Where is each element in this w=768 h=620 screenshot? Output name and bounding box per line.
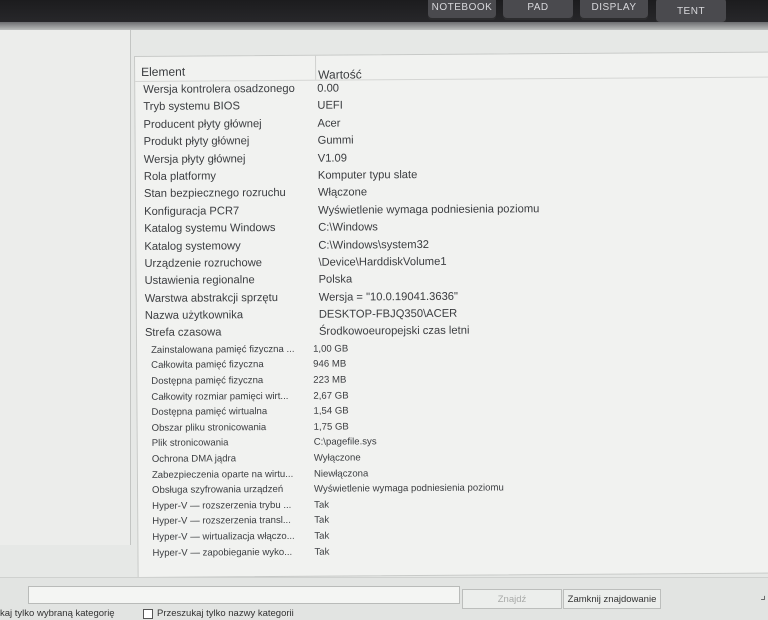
row-element-value: Tak <box>314 546 330 558</box>
row-element-value: \Device\HarddiskVolume1 <box>318 255 447 269</box>
row-element-name: Nazwa użytkownika <box>144 309 244 323</box>
list-header: Element Wartość <box>135 52 768 82</box>
row-element-name: Katalog systemu Windows <box>144 222 276 236</box>
checkbox-icon[interactable] <box>143 608 153 619</box>
row-element-name: Ustawienia regionalne <box>144 274 255 288</box>
row-element-value: 1,00 GB <box>313 343 349 355</box>
row-element-name: Obsługa szyfrowania urządzeń <box>151 484 284 497</box>
bezel-button-display: DISPLAY <box>580 0 648 20</box>
row-element-name: Plik stronicowania <box>151 437 229 450</box>
category-tree-pane[interactable] <box>0 30 131 545</box>
row-element-value: UEFI <box>317 99 343 113</box>
row-element-name: Obszar pliku stronicowania <box>151 421 267 434</box>
row-element-value: Tak <box>314 530 330 542</box>
row-element-value: V1.09 <box>317 152 348 165</box>
row-element-name: Dostępna pamięć fizyczna <box>151 375 264 387</box>
row-element-name: Dostępna pamięć wirtualna <box>151 406 268 419</box>
row-element-value: Środkowoeuropejski czas letni <box>318 325 470 339</box>
row-element-name: Hyper-V — wirtualizacja włączo... <box>152 530 295 543</box>
row-element-name: Produkt płyty głównej <box>143 135 250 149</box>
row-element-name: Zabezpieczenia oparte na wirtu... <box>151 468 294 481</box>
row-element-name: Rola platformy <box>143 170 217 183</box>
search-category-names-option[interactable]: Przeszukaj tylko nazwy kategorii <box>143 608 294 619</box>
bezel-button-notebook: NOTEBOOK <box>428 0 496 20</box>
row-element-value: Polska <box>318 273 353 287</box>
search-category-names-label: Przeszukaj tylko nazwy kategorii <box>157 608 294 619</box>
row-element-value: 223 MB <box>313 374 347 386</box>
details-list[interactable]: Element Wartość Wersja kontrolera osadzo… <box>134 51 768 578</box>
row-element-value: C:\Windows <box>318 221 378 234</box>
row-element-name: Całkowity rozmiar pamięci wirt... <box>151 390 289 403</box>
row-element-value: 946 MB <box>313 358 347 371</box>
row-element-value: Wyświetlenie wymaga podniesienia poziomu <box>313 482 504 495</box>
row-element-value: Wyświetlenie wymaga podniesienia poziomu <box>318 202 540 217</box>
column-separator[interactable] <box>315 55 317 80</box>
row-element-value: Wersja = "10.0.19041.3636" <box>318 290 459 304</box>
row-element-value: Komputer typu slate <box>317 168 418 182</box>
table-row[interactable]: Hyper-V — zapobieganie wyko... Tak <box>138 542 768 562</box>
row-element-name: Warstwa abstrakcji sprzętu <box>144 291 278 305</box>
row-element-name: Katalog systemowy <box>144 239 241 253</box>
find-button[interactable]: Znajdź <box>462 589 562 609</box>
row-element-value: Niewłączona <box>313 467 369 480</box>
row-element-name: Całkowita pamięć fizyczna <box>151 359 264 372</box>
find-input[interactable] <box>28 586 460 604</box>
close-find-button[interactable]: Zamknij znajdowanie <box>563 589 661 609</box>
row-element-name: Hyper-V — rozszerzenia trybu ... <box>152 499 292 512</box>
row-element-value: C:\Windows\system32 <box>318 238 430 252</box>
bezel-button-pad: PAD <box>503 0 573 20</box>
column-header-element[interactable]: Element <box>141 65 185 79</box>
row-element-value: Acer <box>317 117 341 130</box>
row-element-value: Tak <box>314 499 330 511</box>
bezel-button-tent: TENT <box>656 0 726 24</box>
row-element-name: Wersja płyty głównej <box>143 152 246 166</box>
row-element-name: Tryb systemu BIOS <box>143 100 240 114</box>
search-selected-category-option[interactable]: kaj tylko wybraną kategorię <box>0 608 115 619</box>
search-selected-category-label: kaj tylko wybraną kategorię <box>0 608 115 619</box>
row-element-value: Gummi <box>317 134 354 147</box>
column-header-value[interactable]: Wartość <box>318 67 362 81</box>
row-element-name: Urządzenie rozruchowe <box>144 257 263 270</box>
list-rows: Wersja kontrolera osadzonego 0.00 Tryb sys… <box>135 79 768 563</box>
row-element-value: 1,54 GB <box>313 405 349 417</box>
row-element-value: DESKTOP-FBJQ350\ACER <box>318 307 458 321</box>
row-element-value: 1,75 GB <box>313 421 349 433</box>
row-element-name: Zainstalowana pamięć fizyczna ... <box>151 343 295 356</box>
row-element-value: Tak <box>314 515 330 527</box>
resize-grip-icon[interactable]: ⌟ <box>760 588 766 602</box>
row-element-name: Stan bezpiecznego rozruchu <box>143 187 286 201</box>
find-bar: Znajdź Zamknij znajdowanie <box>0 577 768 620</box>
row-element-name: Wersja kontrolera osadzonego <box>143 82 295 96</box>
row-element-value: Wyłączone <box>313 452 361 464</box>
row-element-name: Producent płyty głównej <box>143 117 262 131</box>
row-element-name: Konfiguracja PCR7 <box>144 205 240 218</box>
row-element-value: Włączone <box>317 186 368 200</box>
row-element-value: 2,67 GB <box>313 390 349 402</box>
row-element-name: Ochrona DMA jądra <box>151 453 237 465</box>
row-element-value: 0.00 <box>317 82 340 95</box>
row-element-name: Hyper-V — rozszerzenia transl... <box>152 515 291 528</box>
row-element-name: Strefa czasowa <box>144 326 222 340</box>
row-element-name: Hyper-V — zapobieganie wyko... <box>152 546 293 559</box>
row-element-value: C:\pagefile.sys <box>313 436 377 449</box>
